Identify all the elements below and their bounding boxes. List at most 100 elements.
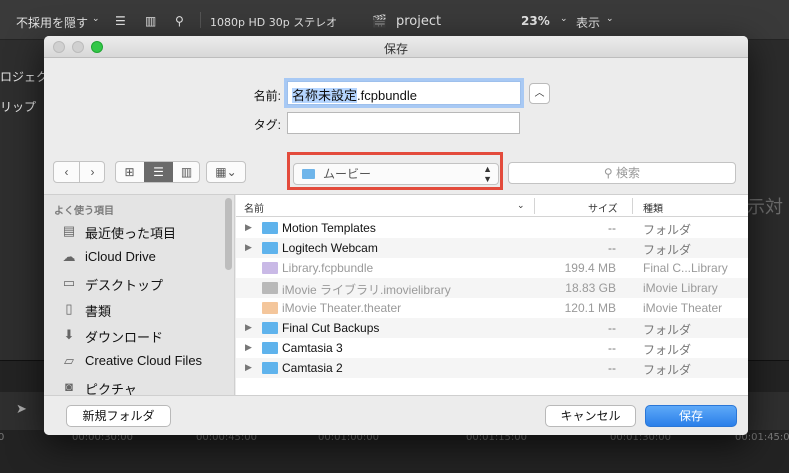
column-divider (632, 198, 633, 214)
project-name: project (396, 14, 442, 29)
select-tool-icon[interactable]: ➤ (16, 402, 27, 417)
sidebar-item-desktop[interactable]: ▭ デスクトップ (44, 271, 224, 297)
cancel-button[interactable]: キャンセル (545, 405, 636, 427)
column-view-icon[interactable]: ▥ (173, 162, 200, 182)
sidebar-item-label: 書類 (85, 304, 112, 319)
dialog-footer: 新規フォルダ キャンセル 保存 (44, 395, 748, 435)
dialog-title: 保存 (383, 42, 408, 56)
column-header-name[interactable]: 名前 (244, 200, 264, 215)
view-menu[interactable]: 表示 (576, 14, 600, 31)
filter-menu[interactable]: 不採用を隠す (16, 14, 88, 31)
file-row[interactable]: ▶ Camtasia 3 -- フォルダ (236, 338, 748, 358)
arrange-menu[interactable]: ▦⌄ (206, 161, 246, 183)
file-name: Library.fcpbundle (282, 261, 374, 275)
fcp-library-sidebar: ロジェク リップ (0, 40, 48, 360)
tags-input[interactable] (287, 112, 520, 134)
disclosure-triangle-icon[interactable]: ▶ (245, 242, 252, 253)
file-size: 199.4 MB (564, 261, 616, 275)
file-kind: Final C...Library (643, 261, 728, 275)
new-folder-button[interactable]: 新規フォルダ (66, 405, 171, 427)
favorites-header: よく使う項目 (54, 206, 114, 217)
folder-icon (262, 362, 278, 374)
folder-icon (262, 322, 278, 334)
disclosure-triangle-icon[interactable]: ▶ (245, 342, 252, 353)
search-field[interactable]: ⚲ 検索 (508, 162, 736, 184)
folder-icon (262, 242, 278, 254)
sidebar-item-label: デスクトップ (85, 278, 164, 293)
library-label: ロジェク (0, 70, 49, 84)
forward-arrow-icon[interactable]: › (80, 162, 105, 182)
location-label: ムービー (323, 167, 372, 181)
sidebar-item-label: 最近使った項目 (85, 226, 177, 241)
sidebar-item-label: iCloud Drive (85, 249, 156, 264)
sidebar-item-creative-cloud[interactable]: ▱ Creative Cloud Files (44, 349, 224, 375)
sidebar-item-pictures[interactable]: ◙ ピクチャ (44, 375, 224, 395)
search-icon[interactable]: ⚲ (175, 14, 184, 28)
file-row[interactable]: ▶ Motion Templates -- フォルダ (236, 218, 748, 238)
file-list: 名前 ⌄ サイズ 種類 ▶ Motion Templates -- フォルダ ▶… (236, 195, 748, 395)
arrange-icon: ▦⌄ (215, 165, 237, 179)
expand-dialog-button[interactable]: ︿ (529, 83, 550, 104)
sidebar-item-recents[interactable]: ▤ 最近使った項目 (44, 219, 224, 245)
file-name: iMovie Theater.theater (282, 301, 402, 315)
updown-chevron-icon: ▲ ▼ (483, 164, 492, 184)
file-name: Camtasia 3 (282, 341, 343, 355)
documents-icon: ▯ (65, 301, 73, 316)
file-size: -- (608, 241, 616, 255)
sidebar-item-downloads[interactable]: ⬇ ダウンロード (44, 323, 224, 349)
file-row-empty (236, 378, 748, 395)
sidebar-item-documents[interactable]: ▯ 書類 (44, 297, 224, 323)
view-chevron-icon[interactable]: ⌄ (606, 14, 614, 24)
clip-label: リップ (0, 100, 37, 114)
download-icon: ⬇ (63, 327, 75, 342)
filmstrip-icon[interactable]: ▥ (145, 14, 156, 28)
location-popup[interactable]: ムービー ▲ ▼ (293, 163, 499, 185)
fcp-toolbar: 不採用を隠す ⌄ ☰ ▥ ⚲ 1080p HD 30p ステレオ 🎬 proje… (0, 0, 789, 40)
chevron-down-icon[interactable]: ⌄ (92, 14, 100, 24)
disclosure-triangle-icon[interactable]: ▶ (245, 222, 252, 233)
list-view-icon[interactable]: ☰ (144, 162, 173, 182)
desktop-icon: ▭ (62, 275, 76, 290)
sidebar-scrollbar[interactable] (225, 198, 232, 270)
disclosure-triangle-icon[interactable]: ▶ (245, 362, 252, 373)
file-kind: iMovie Library (643, 281, 718, 295)
file-kind: フォルダ (643, 343, 692, 357)
camera-icon: ◙ (65, 379, 73, 394)
viewer-text: 示対 (747, 197, 783, 218)
file-kind: フォルダ (643, 323, 692, 337)
sidebar-item-label: ピクチャ (85, 382, 137, 395)
save-button[interactable]: 保存 (645, 405, 737, 427)
toolbar-divider (200, 12, 201, 28)
zoom-chevron-icon[interactable]: ⌄ (560, 14, 568, 24)
filename-input[interactable]: 名称未設定.fcpbundle (287, 81, 521, 105)
folder-icon (262, 342, 278, 354)
tag-label: タグ: (253, 118, 281, 132)
file-row[interactable]: ▶ Camtasia 2 -- フォルダ (236, 358, 748, 378)
file-name: Camtasia 2 (282, 361, 343, 375)
file-kind: フォルダ (643, 223, 692, 237)
file-row[interactable]: ▶ Final Cut Backups -- フォルダ (236, 318, 748, 338)
list-view-icon[interactable]: ☰ (115, 14, 126, 28)
fcpbundle-icon (262, 262, 278, 274)
column-header-size[interactable]: サイズ (588, 200, 618, 215)
back-arrow-icon[interactable]: ‹ (54, 162, 79, 182)
file-name: Final Cut Backups (282, 321, 380, 335)
file-row: iMovie Theater.theater 120.1 MB iMovie T… (236, 298, 748, 318)
sidebar-item-label: ダウンロード (85, 330, 164, 345)
theater-icon (262, 302, 278, 314)
zoom-level[interactable]: 23% (521, 14, 550, 28)
sort-chevron-icon[interactable]: ⌄ (517, 200, 525, 211)
file-row[interactable]: ▶ Logitech Webcam -- フォルダ (236, 238, 748, 258)
icon-view-icon[interactable]: ⊞ (116, 162, 143, 182)
chevron-up-icon: ︿ (534, 88, 545, 99)
dialog-titlebar: 保存 (44, 36, 748, 58)
file-name: iMovie ライブラリ.imovielibrary (282, 283, 451, 297)
file-kind: フォルダ (643, 243, 692, 257)
file-row: Library.fcpbundle 199.4 MB Final C...Lib… (236, 258, 748, 278)
file-row: iMovie ライブラリ.imovielibrary 18.83 GB iMov… (236, 278, 748, 298)
sidebar-item-icloud[interactable]: ☁ iCloud Drive (44, 245, 224, 271)
name-label: 名前: (253, 89, 281, 103)
column-header-kind[interactable]: 種類 (643, 200, 663, 215)
list-header: 名前 ⌄ サイズ 種類 (236, 195, 748, 217)
disclosure-triangle-icon[interactable]: ▶ (245, 322, 252, 333)
